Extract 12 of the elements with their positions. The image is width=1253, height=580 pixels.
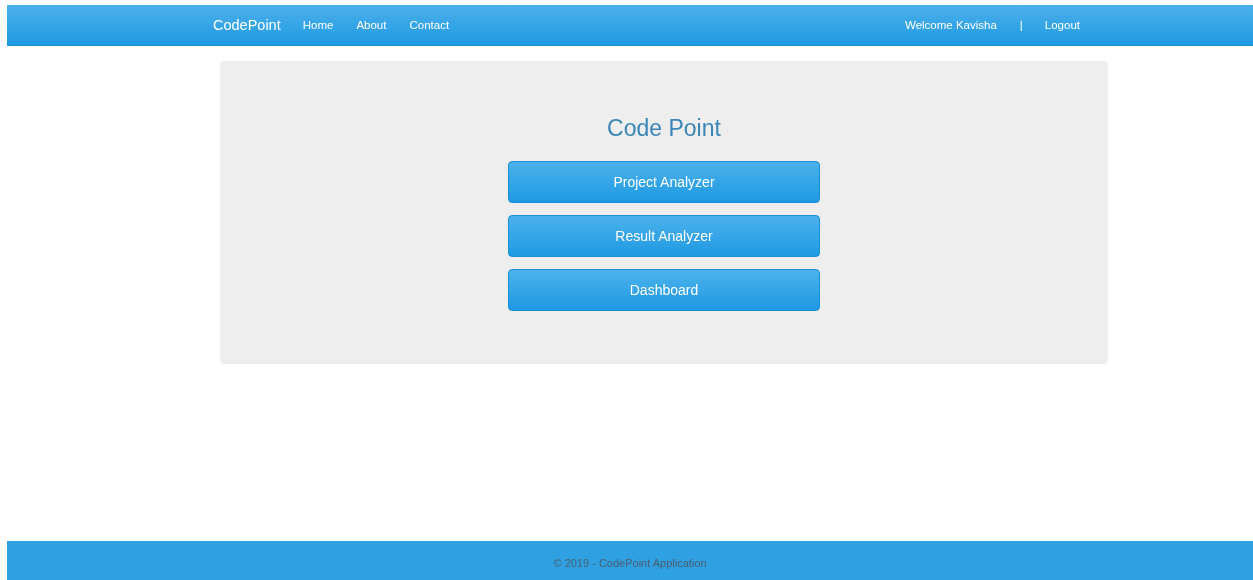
nav-link[interactable]: Home bbox=[302, 19, 334, 31]
footer-text: © 2019 - CodePoint Application bbox=[553, 556, 707, 569]
welcome-text: Welcome Kavisha bbox=[905, 19, 997, 31]
nav-link[interactable]: Contact bbox=[409, 19, 450, 31]
menu-button[interactable]: Dashboard bbox=[508, 269, 820, 311]
nav-link[interactable]: About bbox=[356, 19, 387, 31]
logout-link[interactable]: Logout bbox=[1044, 19, 1080, 31]
panel-title: Code Point bbox=[607, 115, 721, 141]
menu-button[interactable]: Project Analyzer bbox=[508, 161, 820, 203]
separator: | bbox=[1019, 19, 1023, 31]
menu-button[interactable]: Result Analyzer bbox=[508, 215, 820, 257]
brand-link[interactable]: CodePoint bbox=[213, 17, 281, 33]
